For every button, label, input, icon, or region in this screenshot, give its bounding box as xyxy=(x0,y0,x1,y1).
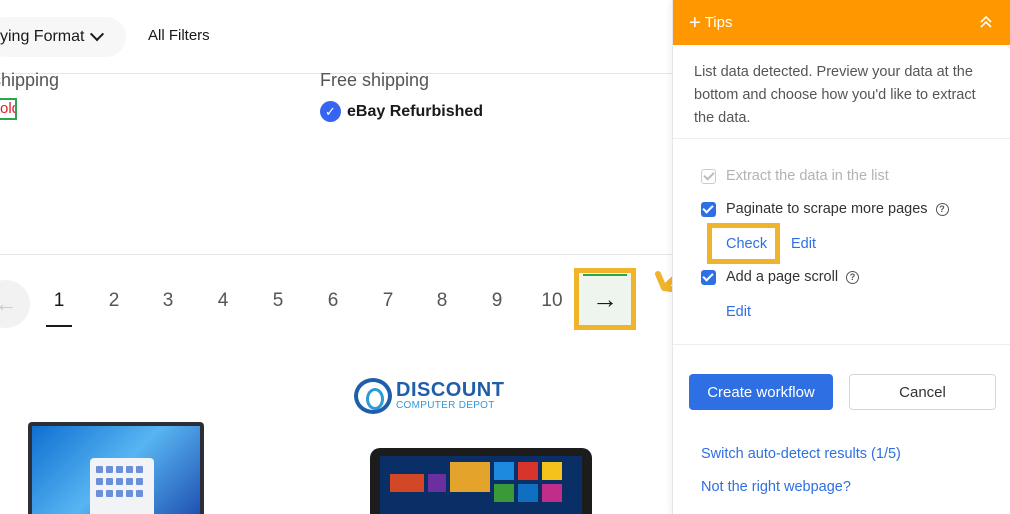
page-link-3[interactable]: 3 xyxy=(156,290,180,312)
start-menu-image xyxy=(90,458,154,514)
arrow-right-icon: → xyxy=(592,283,618,314)
page-link-4[interactable]: 4 xyxy=(211,290,235,312)
option-label: Add a page scroll xyxy=(726,269,839,285)
page-link-7[interactable]: 7 xyxy=(376,290,400,312)
next-page-button[interactable]: → xyxy=(574,268,636,330)
collapse-chevron-icon[interactable] xyxy=(979,14,993,30)
page-link-8[interactable]: 8 xyxy=(430,290,454,312)
filter-bar: ying Format All Filters xyxy=(0,0,672,74)
page-link-9[interactable]: 9 xyxy=(485,290,509,312)
switch-auto-detect-link[interactable]: Switch auto-detect results (1/5) xyxy=(701,446,901,462)
seller-logo-line1: DISCOUNT xyxy=(396,379,505,401)
previous-page-button[interactable]: ← xyxy=(0,280,30,328)
divider xyxy=(673,344,1010,345)
page-link-10[interactable]: 10 xyxy=(540,290,564,312)
discount-computer-depot-logo-icon xyxy=(354,378,392,414)
refurbished-label: eBay Refurbished xyxy=(347,102,484,120)
buying-format-dropdown[interactable]: ying Format xyxy=(0,17,127,57)
paginate-edit-link[interactable]: Edit xyxy=(791,236,816,252)
tips-description: List data detected. Preview your data at… xyxy=(694,64,976,126)
plus-icon: + xyxy=(689,11,701,34)
extract-list-checkbox xyxy=(701,168,716,184)
product-image-tablet[interactable] xyxy=(370,448,592,514)
laptop-screen xyxy=(32,426,200,514)
option-page-scroll: Add a page scroll ? xyxy=(701,269,860,285)
page-scroll-edit-link[interactable]: Edit xyxy=(726,304,751,320)
help-icon[interactable]: ? xyxy=(935,202,949,216)
option-extract-list: Extract the data in the list xyxy=(701,168,889,184)
page-link-6[interactable]: 6 xyxy=(321,290,345,312)
page-scroll-checkbox[interactable] xyxy=(701,269,716,285)
tips-header[interactable]: + Tips xyxy=(673,0,1010,45)
paginate-checkbox[interactable] xyxy=(701,201,716,217)
page-link-1[interactable]: 1 xyxy=(46,290,72,327)
create-workflow-button[interactable]: Create workflow xyxy=(689,374,833,410)
divider xyxy=(0,254,672,255)
ebay-results-page: ying Format All Filters shipping old Fre… xyxy=(0,0,672,514)
pagination: ← 1 2 3 4 5 6 7 8 9 10 → xyxy=(0,268,672,332)
chevron-down-icon xyxy=(90,27,105,42)
page-link-5[interactable]: 5 xyxy=(266,290,290,312)
ebay-refurbished-badge: ✓ eBay Refurbished xyxy=(320,101,483,122)
seller-logo-line2: COMPUTER DEPOT xyxy=(396,400,495,411)
divider xyxy=(673,138,1010,139)
arrow-left-icon: ← xyxy=(0,291,17,316)
option-paginate: Paginate to scrape more pages ? xyxy=(701,201,949,217)
all-filters-button[interactable]: All Filters xyxy=(148,27,210,44)
item-badge: old xyxy=(0,98,17,120)
page-link-2[interactable]: 2 xyxy=(102,290,126,312)
tips-title: Tips xyxy=(704,14,733,31)
item-shipping-text: Free shipping xyxy=(320,70,430,90)
item-shipping-text: shipping xyxy=(0,70,60,90)
buying-format-label: ying Format xyxy=(0,28,85,45)
cancel-button[interactable]: Cancel xyxy=(849,374,996,410)
help-icon[interactable]: ? xyxy=(846,270,860,284)
check-link-highlight xyxy=(707,223,780,264)
verified-check-icon: ✓ xyxy=(320,101,341,122)
option-label: Paginate to scrape more pages xyxy=(726,201,928,217)
product-image-laptop[interactable] xyxy=(28,422,204,514)
seller-logo: DISCOUNT COMPUTER DEPOT xyxy=(354,378,504,414)
tablet-screen xyxy=(380,456,582,514)
wrong-webpage-link[interactable]: Not the right webpage? xyxy=(701,479,851,495)
option-label: Extract the data in the list xyxy=(726,168,889,184)
